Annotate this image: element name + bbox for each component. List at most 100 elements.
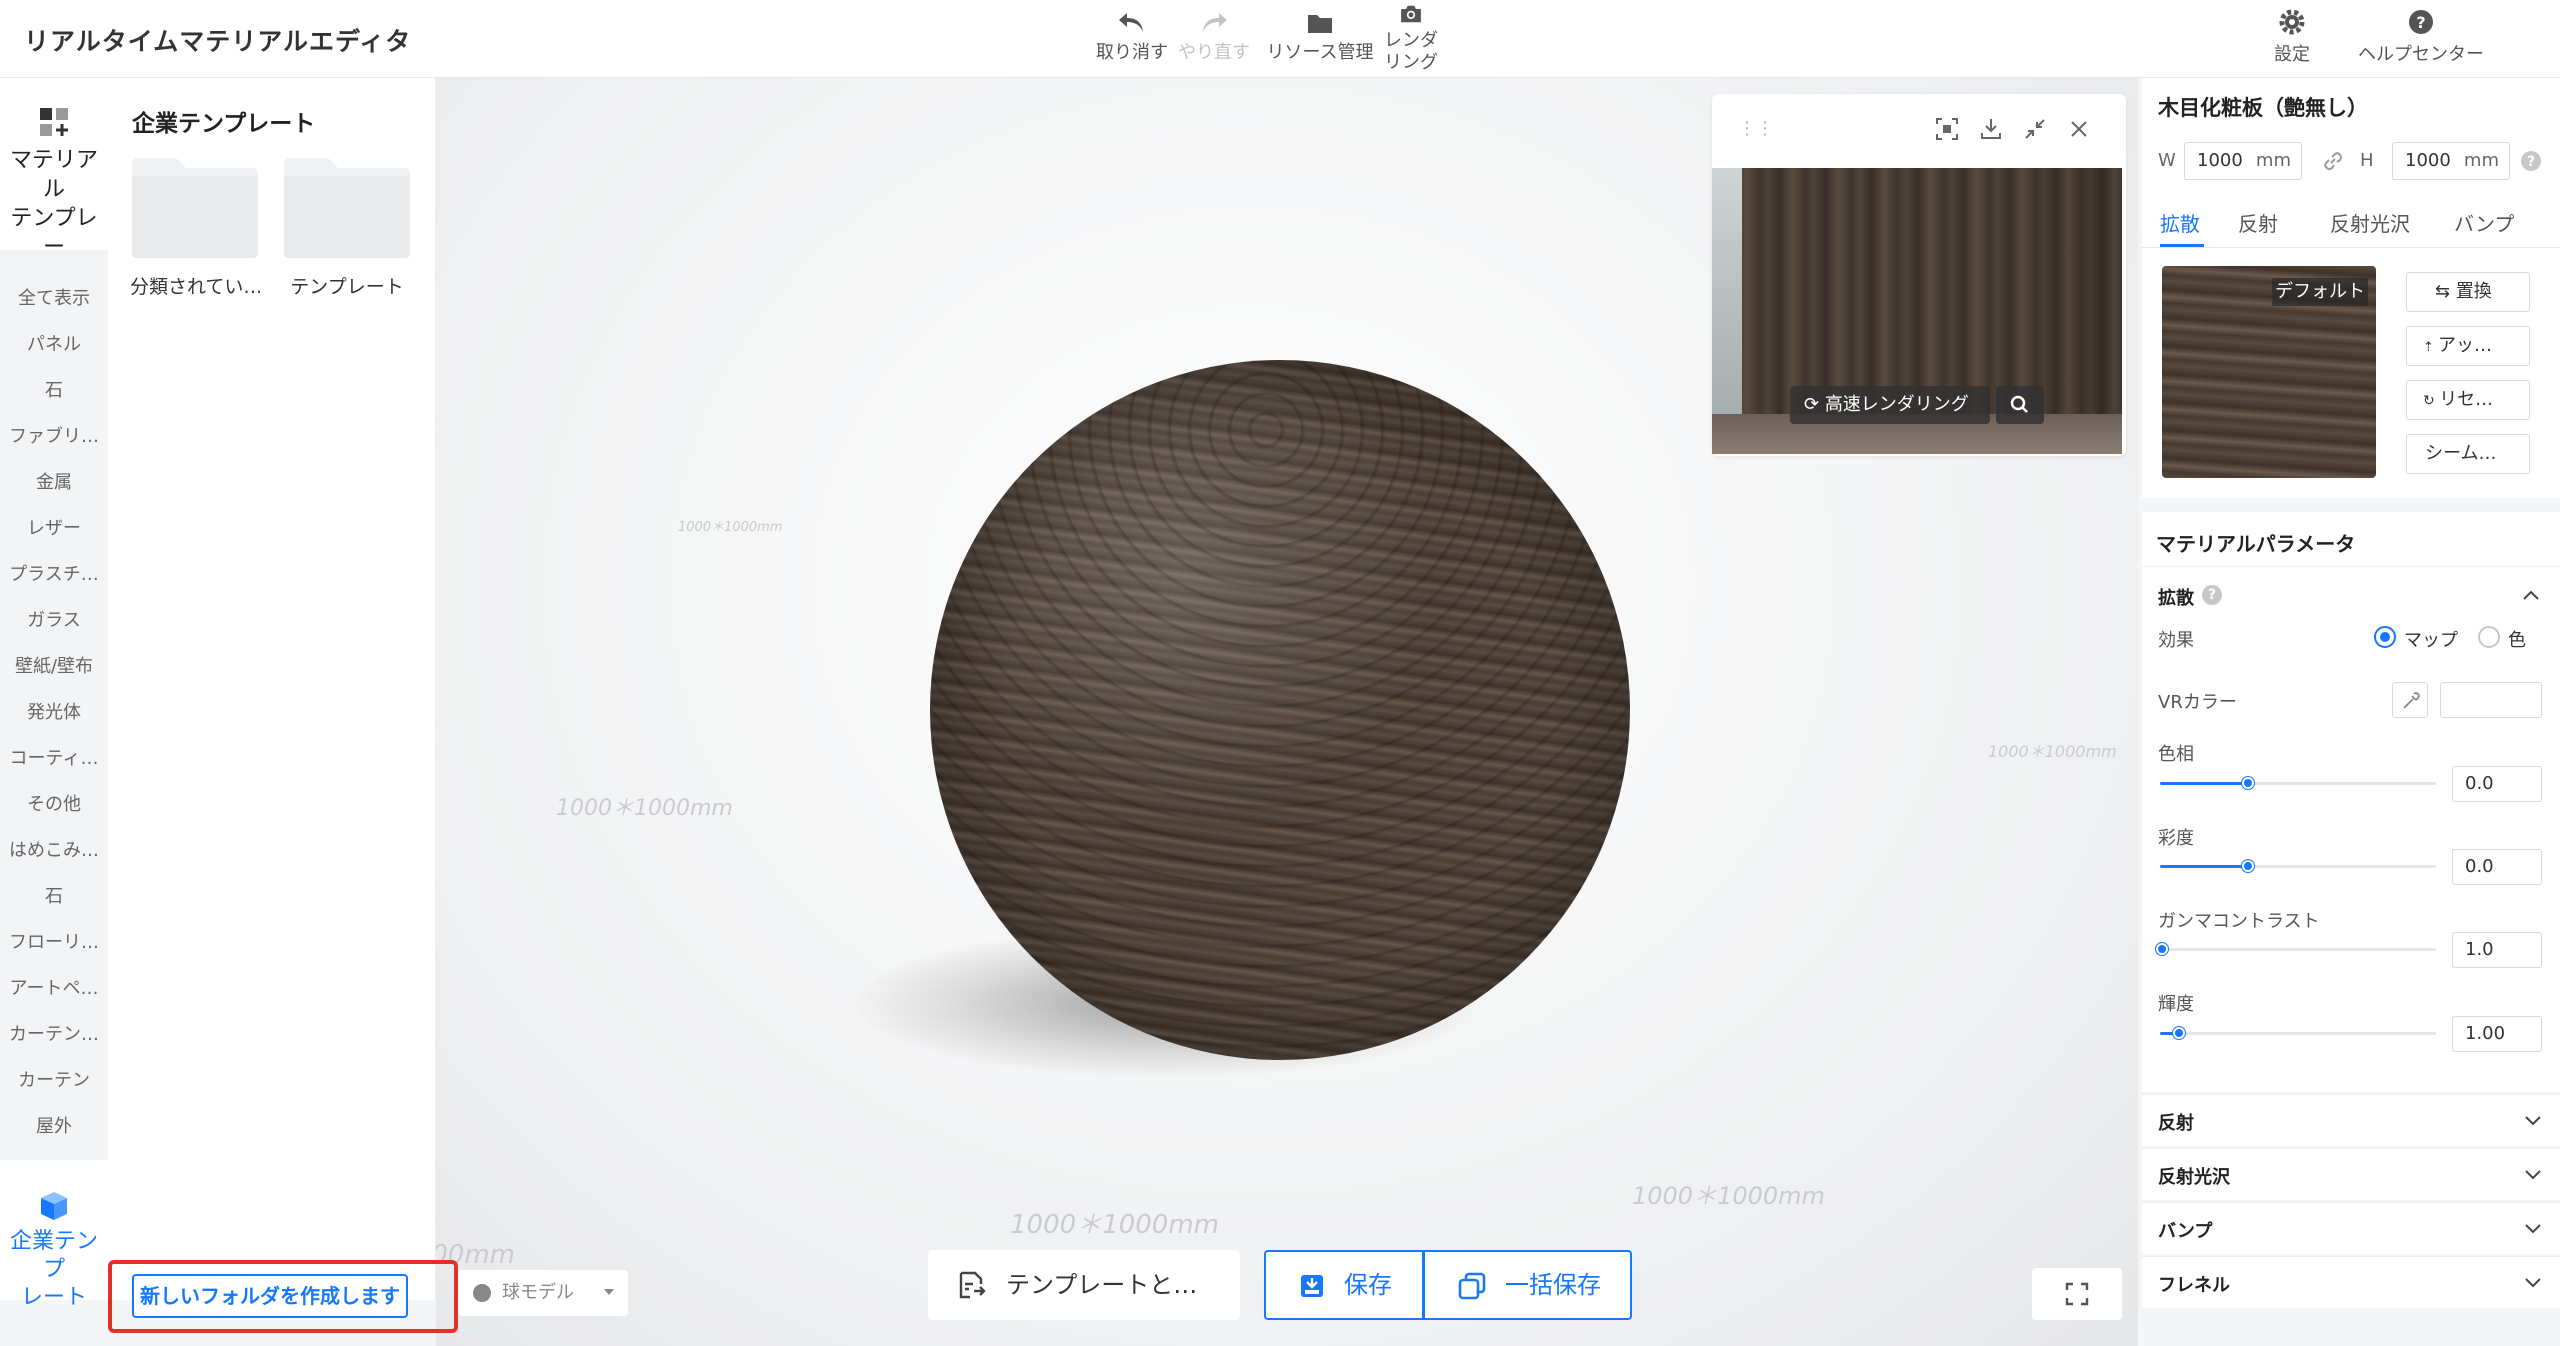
category-item[interactable]: その他 — [0, 790, 108, 816]
preview-zoom-button[interactable] — [1996, 386, 2044, 424]
brightness-value-input[interactable]: 1.00 — [2452, 1016, 2542, 1052]
category-item[interactable]: 金属 — [0, 468, 108, 494]
radio-color-label: 色 — [2508, 630, 2526, 651]
saturation-slider[interactable] — [2160, 860, 2436, 872]
radio-map-label: マップ — [2404, 630, 2458, 651]
capture-icon[interactable] — [1934, 116, 1960, 142]
category-item[interactable]: カーテン… — [0, 1020, 108, 1046]
brightness-slider[interactable] — [2160, 1027, 2436, 1039]
category-item[interactable]: 発光体 — [0, 698, 108, 724]
vr-color-field[interactable] — [2440, 682, 2542, 718]
category-item[interactable]: コーティ… — [0, 744, 108, 770]
category-item[interactable]: 石 — [0, 882, 108, 908]
accordion-fresnel-title: フレネル — [2158, 1275, 2230, 1296]
rail-enterprise-label-1: 企業テンプ — [9, 1229, 98, 1282]
accordion-reflection-gloss[interactable]: 反射光沢 — [2142, 1148, 2560, 1200]
settings-label: 設定 — [2274, 44, 2310, 65]
height-input[interactable]: 1000 mm — [2392, 142, 2510, 180]
width-input[interactable]: 1000 mm — [2184, 142, 2302, 180]
category-item[interactable]: はめこみ… — [0, 836, 108, 862]
grid-label: 1000＊1000mm — [1988, 742, 2117, 761]
tab-bump[interactable]: バンプ — [2454, 208, 2514, 237]
link-icon[interactable] — [2322, 150, 2344, 172]
fullscreen-icon — [2065, 1282, 2089, 1306]
saturation-value-input[interactable]: 0.0 — [2452, 849, 2542, 885]
category-item[interactable]: プラスチ… — [0, 560, 108, 586]
category-item[interactable]: 屋外 — [0, 1112, 108, 1138]
top-bar: リアルタイムマテリアルエディタ 取り消す やり直す リソース管理 レンダ リング… — [0, 0, 2560, 78]
accordion-reflection[interactable]: 反射 — [2142, 1094, 2560, 1146]
help-icon[interactable]: ? — [2520, 150, 2542, 172]
gamma-contrast-slider[interactable] — [2156, 943, 2436, 955]
rail-material-templates[interactable]: マテリアル テンプレー ト — [0, 78, 108, 289]
redo-label: やり直す — [1178, 42, 1250, 63]
help-center-button[interactable]: ? ヘルプセンター — [2346, 6, 2496, 66]
help-icon[interactable]: ? — [2202, 585, 2222, 605]
save-as-template-button[interactable]: テンプレートと… — [928, 1250, 1240, 1320]
fullscreen-button[interactable] — [2032, 1268, 2122, 1320]
upload-button[interactable]: ⇡ アッ… — [2406, 326, 2530, 366]
seamless-button[interactable]: シーム… — [2406, 434, 2530, 474]
camera-icon — [1401, 5, 1421, 23]
help-icon: ? — [2409, 10, 2433, 34]
upload-icon: ⇡ — [2423, 340, 2439, 355]
high-speed-render-button[interactable]: ⟳ 高速レンダリング — [1790, 386, 1990, 424]
category-item[interactable]: アートペ… — [0, 974, 108, 1000]
eyedropper-icon — [2403, 692, 2420, 709]
width-unit: mm — [2255, 150, 2291, 171]
svg-text:?: ? — [2527, 154, 2535, 170]
settings-button[interactable]: 設定 — [2260, 6, 2324, 66]
hue-slider[interactable] — [2160, 777, 2436, 789]
template-save-icon — [959, 1271, 986, 1299]
accordion-fresnel[interactable]: フレネル — [2142, 1256, 2560, 1308]
tab-diffuse[interactable]: 拡散 — [2160, 208, 2200, 237]
resource-manager-button[interactable]: リソース管理 — [1262, 6, 1378, 64]
preview-window — [1712, 168, 1742, 454]
category-item[interactable]: ガラス — [0, 606, 108, 632]
reset-button[interactable]: ↻ リセ… — [2406, 380, 2530, 420]
save-button[interactable]: 保存 — [1264, 1250, 1424, 1320]
hue-value-input[interactable]: 0.0 — [2452, 766, 2542, 802]
saturation-slider-handle[interactable] — [2242, 860, 2254, 872]
svg-text:?: ? — [2416, 13, 2425, 32]
tab-reflection-gloss[interactable]: 反射光沢 — [2330, 208, 2410, 237]
category-item[interactable]: ファブリ… — [0, 422, 108, 448]
redo-button[interactable]: やり直す — [1178, 6, 1250, 64]
rail-enterprise-templates[interactable]: 企業テンプ レート — [0, 1160, 108, 1310]
gamma-contrast-slider-handle[interactable] — [2156, 943, 2168, 955]
category-item[interactable]: フローリ… — [0, 928, 108, 954]
radio-map[interactable] — [2374, 626, 2396, 648]
gamma-contrast-value-input[interactable]: 1.0 — [2452, 932, 2542, 968]
category-item[interactable]: パネル — [0, 330, 108, 356]
folder-item[interactable]: 分類されてい… — [130, 156, 260, 299]
hue-slider-handle[interactable] — [2242, 777, 2254, 789]
shrink-icon[interactable] — [2022, 116, 2048, 142]
chevron-up-icon[interactable] — [2520, 584, 2542, 606]
width-label: W — [2158, 150, 2176, 171]
drag-handle-icon[interactable]: ⋮⋮ — [1738, 118, 1774, 139]
new-folder-button[interactable]: 新しいフォルダを作成します — [132, 1274, 408, 1318]
undo-icon — [1119, 13, 1143, 32]
download-icon[interactable] — [1978, 116, 2004, 142]
replace-button[interactable]: ⇆ 置換 — [2406, 272, 2530, 312]
rendering-button[interactable]: レンダ リング — [1380, 0, 1442, 74]
eyedropper-button[interactable] — [2392, 682, 2428, 718]
folder-icon — [284, 158, 410, 258]
category-item[interactable]: レザー — [0, 514, 108, 540]
category-item[interactable]: 全て表示 — [0, 284, 108, 310]
box-icon — [41, 1192, 67, 1220]
undo-button[interactable]: 取り消す — [1096, 6, 1168, 64]
brightness-slider-handle[interactable] — [2173, 1027, 2185, 1039]
save-all-button[interactable]: 一括保存 — [1424, 1250, 1632, 1320]
seamless-label: シーム… — [2425, 443, 2497, 464]
category-item[interactable]: 石 — [0, 376, 108, 402]
category-item[interactable]: 壁紙/壁布 — [0, 652, 108, 678]
close-icon[interactable] — [2066, 116, 2092, 142]
folder-item[interactable]: テンプレート — [282, 156, 412, 299]
effect-label: 効果 — [2158, 630, 2194, 651]
accordion-bump[interactable]: バンプ — [2142, 1202, 2560, 1254]
tab-reflection[interactable]: 反射 — [2238, 208, 2278, 237]
radio-color[interactable] — [2478, 626, 2500, 648]
model-select[interactable]: 球モデル — [458, 1270, 628, 1316]
category-item[interactable]: カーテン — [0, 1066, 108, 1092]
